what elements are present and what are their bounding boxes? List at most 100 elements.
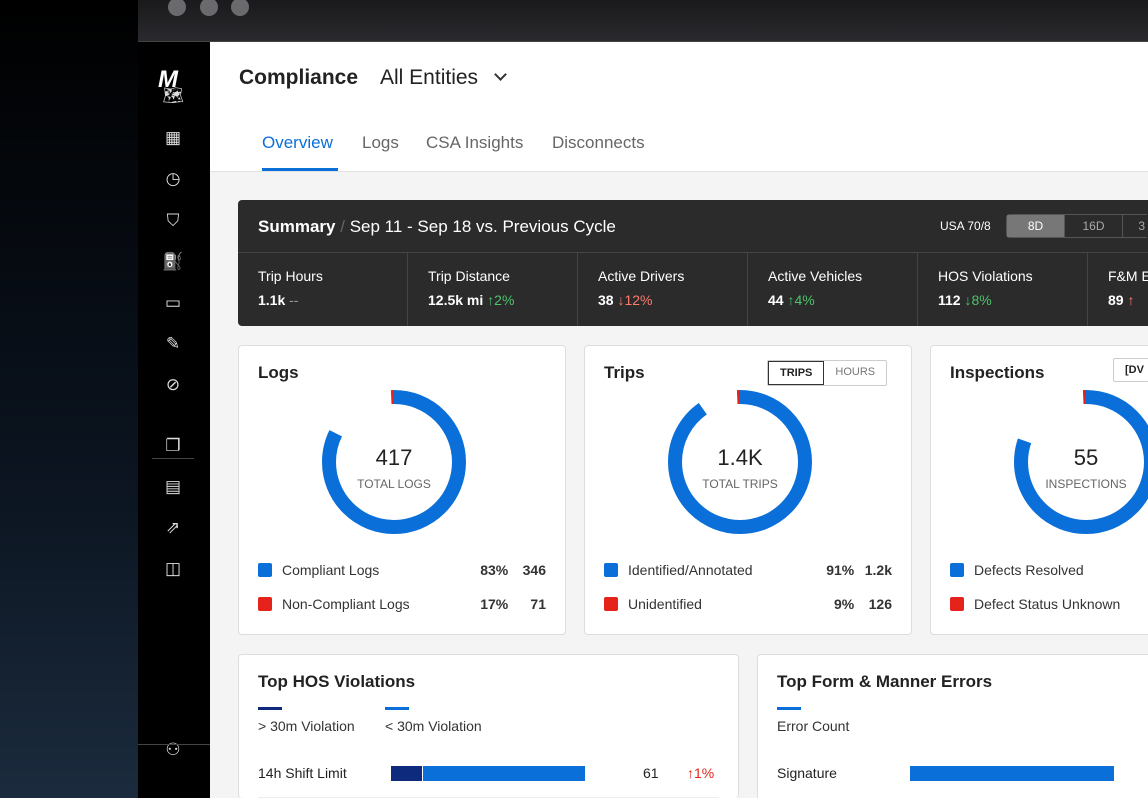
clock-icon[interactable]: ◷ [162, 169, 184, 191]
stat-item[interactable]: Trip Distance 12.5k mi ↑2% [408, 253, 578, 326]
donut-total-label: TOTAL LOGS [357, 477, 431, 491]
violation-label: 14h Shift Limit [258, 765, 347, 781]
fuel-icon[interactable]: ⛽ [162, 252, 184, 274]
stat-value: 44 ↑4% [768, 292, 815, 308]
summary-title: Summary [258, 217, 336, 236]
stat-value: 112 ↓8% [938, 292, 992, 308]
tab-overview[interactable]: Overview [262, 133, 333, 153]
stat-label: Trip Distance [428, 268, 510, 284]
stat-item[interactable]: F&M E 89 ↑ [1088, 253, 1148, 326]
legend-item: Compliant Logs 83% 346 [258, 562, 546, 578]
chevron-down-icon [494, 68, 507, 81]
stat-change: ↑4% [787, 292, 815, 308]
donut-total: 1.4K [717, 445, 763, 470]
card-title: Trips [604, 363, 645, 382]
legend-swatch [604, 563, 618, 577]
chat-icon[interactable]: ❐ [162, 436, 184, 458]
stat-change: ↓8% [964, 292, 992, 308]
sidebar: M 🗺 ▦ ◷ ⛉ ⛽ ▭ ✎ ⊘ ❐ ▤ ⇗ ◫ ⚇ [138, 42, 210, 798]
card-title: Logs [258, 363, 299, 382]
stat-change: ↑ [1127, 292, 1135, 308]
tag-icon[interactable]: ⊘ [162, 375, 184, 397]
main: Compliance All Entities Overview Logs CS… [210, 42, 1148, 798]
sidebar-divider [138, 744, 210, 745]
legend-item: Defects Resolved [950, 562, 1129, 578]
stat-item[interactable]: Active Vehicles 44 ↑4% [748, 253, 918, 326]
legend-swatch [258, 597, 272, 611]
legend-swatch [950, 597, 964, 611]
error-bar[interactable] [910, 766, 1114, 781]
legend-under-30m: < 30m Violation [385, 707, 482, 734]
legend-item: Non-Compliant Logs 17% 71 [258, 596, 546, 612]
period-3[interactable]: 3 [1123, 215, 1147, 237]
stat-value: 38 ↓12% [598, 292, 653, 308]
summary-range: Sep 11 - Sep 18 vs. Previous Cycle [349, 217, 616, 236]
map-icon[interactable]: 🗺 [162, 86, 184, 108]
violation-bar[interactable] [391, 766, 585, 781]
period-selector: 8D 16D 3 [1006, 214, 1147, 238]
bar-under-30m [422, 766, 585, 781]
analytics-icon[interactable]: ⇗ [162, 518, 184, 540]
summary-panel: Summary / Sep 11 - Sep 18 vs. Previous C… [238, 200, 1148, 326]
toggle-hours[interactable]: HOURS [824, 361, 886, 385]
donut-center: 417 TOTAL LOGS [314, 382, 474, 542]
close-window-button[interactable] [168, 0, 186, 16]
card-icon[interactable]: ▭ [162, 293, 184, 315]
legend-swatch [950, 563, 964, 577]
legend-error-count: Error Count [777, 707, 849, 734]
stat-value: 89 ↑ [1108, 292, 1135, 308]
page-title: Compliance [239, 66, 359, 89]
violation-change: ↑1% [687, 765, 715, 781]
legend-item: Unidentified 9% 126 [604, 596, 892, 612]
stat-item[interactable]: HOS Violations 112 ↓8% [918, 253, 1088, 326]
maximize-window-button[interactable] [231, 0, 249, 16]
entity-label: All Entities [380, 66, 479, 89]
card-title: Top HOS Violations [258, 672, 416, 691]
legend-item: Identified/Annotated 91% 1.2k [604, 562, 892, 578]
stat-change: ↑2% [487, 292, 515, 308]
stat-change: -- [289, 292, 299, 308]
form-manner-errors-card: Top Form & Manner Errors Error Count Sig… [757, 654, 1148, 798]
window-titlebar [138, 0, 1148, 42]
inspections-toggle[interactable]: [DV [1113, 358, 1148, 382]
tab-logs[interactable]: Logs [362, 133, 399, 153]
tab-csa-insights[interactable]: CSA Insights [426, 133, 523, 153]
entity-selector[interactable]: All Entities [380, 66, 507, 90]
sidebar-divider [152, 458, 194, 459]
donut-total: 55 [1073, 445, 1099, 470]
error-label: Signature [777, 765, 837, 781]
period-16d[interactable]: 16D [1065, 215, 1123, 237]
stat-item[interactable]: Active Drivers 38 ↓12% [578, 253, 748, 326]
donut-total: 417 [375, 445, 413, 470]
bag-icon[interactable]: ◫ [162, 559, 184, 581]
shield-icon[interactable]: ⛉ [162, 211, 184, 233]
active-tab-indicator [262, 168, 338, 171]
inspections-card: Inspections [DV 55 INSPECTIONS Defects Res… [930, 345, 1148, 635]
dashboard-icon[interactable]: ▦ [162, 128, 184, 150]
stat-label: Trip Hours [258, 268, 323, 284]
stat-label: Active Drivers [598, 268, 685, 284]
tab-disconnects[interactable]: Disconnects [552, 133, 645, 153]
card-title: Inspections [950, 363, 1045, 382]
stat-item[interactable]: Trip Hours 1.1k -- [238, 253, 408, 326]
stat-label: F&M E [1108, 268, 1148, 284]
legend-swatch [604, 597, 618, 611]
period-8d[interactable]: 8D [1007, 215, 1065, 237]
trips-card: Trips TRIPS HOURS 1.4K TOTAL TRIPS Identifi… [584, 345, 912, 635]
donut-total-label: TOTAL TRIPS [702, 477, 778, 491]
donut-total-label: INSPECTIONS [1045, 477, 1127, 491]
logs-card: Logs 417 TOTAL LOGS Compliant Logs 83% 346 No… [238, 345, 566, 635]
wrench-icon[interactable]: ✎ [162, 334, 184, 356]
toggle-dvir[interactable]: [DV [1114, 359, 1148, 381]
legend-swatch [258, 563, 272, 577]
document-icon[interactable]: ▤ [162, 477, 184, 499]
donut-center: 55 INSPECTIONS [1006, 382, 1146, 542]
stat-label: Active Vehicles [768, 268, 863, 284]
stat-value: 12.5k mi ↑2% [428, 292, 515, 308]
ruleset-label: USA 70/8 [940, 219, 991, 233]
hos-violations-card: Top HOS Violations > 30m Violation < 30m… [238, 654, 739, 798]
stat-label: HOS Violations [938, 268, 1033, 284]
minimize-window-button[interactable] [200, 0, 218, 16]
page-header: Compliance All Entities Overview Logs CS… [210, 42, 1148, 172]
violation-count: 61 [643, 765, 659, 781]
